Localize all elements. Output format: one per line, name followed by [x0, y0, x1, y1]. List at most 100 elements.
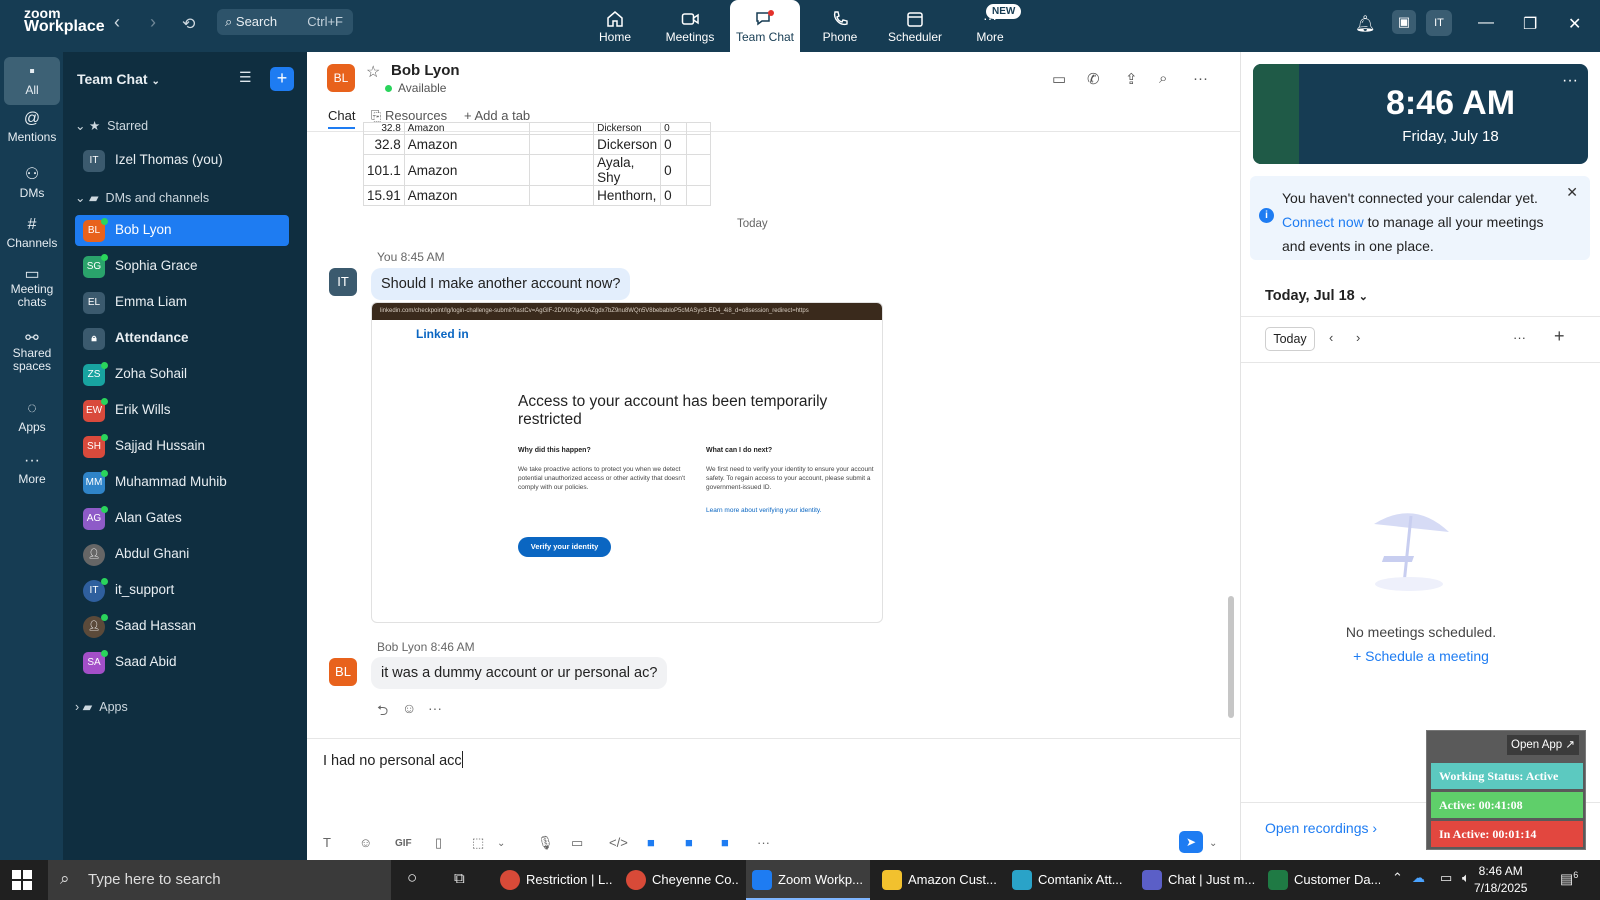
volume-icon[interactable]: 🔈︎	[1462, 870, 1470, 886]
filter-icon[interactable]: ☰	[239, 69, 252, 86]
attached-screenshot[interactable]: linkedin.com/checkpoint/lg/login-challen…	[371, 302, 883, 623]
date-selector[interactable]: Today, Jul 18 ⌄	[1265, 288, 1368, 304]
rail-channels[interactable]: # Channels	[4, 216, 60, 250]
format-text-icon[interactable]: T	[323, 835, 331, 850]
sidebar-item-it-support[interactable]: IT it_support	[75, 575, 289, 606]
more-options-icon[interactable]: ···	[1562, 72, 1578, 90]
tab-scheduler[interactable]: Scheduler	[880, 0, 950, 52]
phone-call-icon[interactable]: ✆	[1087, 70, 1100, 88]
tab-phone[interactable]: Phone	[805, 0, 875, 52]
rail-meeting-chats[interactable]: ▭ Meeting chats	[4, 267, 60, 309]
sidebar-item-abdul-ghani[interactable]: 👤︎ Abdul Ghani	[75, 539, 289, 570]
sidebar-item-izel-thomas[interactable]: IT Izel Thomas (you)	[75, 145, 289, 176]
more-actions-icon[interactable]: ···	[428, 700, 442, 716]
tab-home[interactable]: Home	[580, 0, 650, 52]
onedrive-icon[interactable]: ☁	[1412, 870, 1425, 886]
minimize-icon[interactable]: —	[1478, 14, 1494, 32]
whiteboard-icon[interactable]: ■	[647, 835, 655, 850]
sidebar-item-attendance[interactable]: 🔒︎ Attendance	[75, 323, 289, 354]
search-icon[interactable]: ⌕	[1159, 70, 1167, 87]
contact-avatar[interactable]: BL	[327, 64, 355, 92]
history-icon[interactable]: ⟲	[182, 14, 195, 34]
open-app-button[interactable]: Open App ↗	[1507, 735, 1579, 755]
tab-add[interactable]: + Add a tab	[464, 108, 530, 123]
search-input[interactable]: ⌕ Search Ctrl+F	[217, 9, 353, 35]
sidebar-item-bob-lyon[interactable]: BL Bob Lyon	[75, 215, 289, 246]
taskbar-app-comtanix[interactable]: Comtanix Att...	[1006, 860, 1126, 900]
more-tools-icon[interactable]: ···	[757, 835, 770, 850]
taskbar-app-teams[interactable]: Chat | Just m...	[1136, 860, 1256, 900]
sender-avatar[interactable]: IT	[329, 268, 357, 296]
file-icon[interactable]: ▯	[435, 835, 442, 851]
apps-section[interactable]: › ▰ Apps	[75, 699, 128, 714]
more-options-icon[interactable]: ···	[1193, 70, 1208, 87]
tab-team-chat[interactable]: Team Chat	[730, 0, 800, 52]
close-window-icon[interactable]: ✕	[1568, 14, 1581, 34]
open-recordings-link[interactable]: Open recordings ›	[1265, 820, 1377, 836]
taskbar-app-excel[interactable]: Customer Da...	[1262, 860, 1380, 900]
sidebar-item-sophia-grace[interactable]: SG Sophia Grace	[75, 251, 289, 282]
schedule-meeting-link[interactable]: + Schedule a meeting	[1241, 648, 1600, 664]
message-bubble[interactable]: it was a dummy account or ur personal ac…	[371, 657, 668, 689]
tab-chat[interactable]: Chat	[328, 108, 356, 129]
dms-channels-section[interactable]: ⌄ ▰ DMs and channels	[75, 190, 209, 205]
gift-icon[interactable]: ▣	[1392, 10, 1416, 34]
contact-name[interactable]: Bob Lyon	[391, 62, 460, 79]
taskbar-app-amazon[interactable]: Amazon Cust...	[876, 860, 996, 900]
sidebar-item-erik-wills[interactable]: EW Erik Wills	[75, 395, 289, 426]
taskbar-app-chrome-restriction[interactable]: Restriction | L...	[494, 860, 612, 900]
rail-dms[interactable]: ⚇ DMs	[4, 164, 60, 200]
connect-now-link[interactable]: Connect now	[1282, 214, 1364, 230]
sidebar-item-muhammad-muhib[interactable]: MM Muhammad Muhib	[75, 467, 289, 498]
network-icon[interactable]: ▭	[1440, 870, 1452, 886]
video-call-icon[interactable]: ▭	[1052, 70, 1066, 88]
message-input[interactable]: I had no personal acc	[323, 751, 463, 769]
notes-icon[interactable]: ■	[721, 835, 729, 850]
cortana-icon[interactable]: ○	[407, 868, 417, 888]
tab-meetings[interactable]: Meetings	[655, 0, 725, 52]
microphone-icon[interactable]: 🎙︎	[537, 835, 554, 851]
forward-arrow-icon[interactable]: ›	[150, 12, 156, 33]
gif-icon[interactable]: GIF	[395, 838, 412, 849]
emoji-icon[interactable]: ☺	[359, 835, 372, 850]
notifications-icon[interactable]: ▤6	[1560, 870, 1578, 888]
rail-apps[interactable]: ◌ Apps	[4, 400, 60, 434]
taskbar-app-chrome-cheyenne[interactable]: Cheyenne Co...	[620, 860, 738, 900]
sidebar-item-alan-gates[interactable]: AG Alan Gates	[75, 503, 289, 534]
today-button[interactable]: Today	[1265, 327, 1315, 351]
chevron-left-icon[interactable]: ‹	[1329, 330, 1333, 345]
notifications-bell-icon[interactable]: 🔔︎	[1355, 14, 1375, 34]
taskbar-clock[interactable]: 8:46 AM 7/18/2025	[1474, 863, 1527, 897]
rail-shared-spaces[interactable]: ⚯ Shared spaces	[4, 331, 60, 373]
chevron-down-icon[interactable]: ⌄	[497, 838, 505, 849]
add-event-icon[interactable]: +	[1554, 326, 1565, 347]
rail-more[interactable]: ··· More	[4, 452, 60, 486]
rail-mentions[interactable]: @ Mentions	[4, 110, 60, 144]
sidebar-item-emma-liam[interactable]: EL Emma Liam	[75, 287, 289, 318]
close-icon[interactable]: ✕	[1566, 180, 1578, 204]
new-chat-button[interactable]: +	[270, 67, 294, 91]
user-avatar[interactable]: IT	[1426, 10, 1452, 36]
sidebar-item-saad-hassan[interactable]: 👤︎ Saad Hassan	[75, 611, 289, 642]
taskbar-app-zoom[interactable]: Zoom Workp...	[746, 860, 870, 900]
tray-chevron-icon[interactable]: ⌃	[1392, 870, 1403, 886]
compose-box[interactable]: I had no personal acc T ☺ GIF ▯ ⬚ ⌄ 🎙︎ ▭…	[307, 738, 1240, 860]
docs-icon[interactable]: ■	[685, 835, 693, 850]
rail-all[interactable]: ▪ All	[4, 57, 60, 105]
taskbar-search[interactable]: ⌕ Type here to search	[48, 860, 391, 900]
windows-start-icon[interactable]	[12, 870, 32, 890]
share-screen-icon[interactable]: ⇪	[1125, 70, 1138, 88]
sender-avatar[interactable]: BL	[329, 658, 357, 686]
screenshot-icon[interactable]: ⬚	[472, 835, 484, 851]
restore-icon[interactable]: ❐	[1523, 14, 1537, 34]
reply-icon[interactable]: ⮌	[377, 700, 388, 724]
sidebar-item-zoha-sohail[interactable]: ZS Zoha Sohail	[75, 359, 289, 390]
message-bubble[interactable]: Should I make another account now?	[371, 268, 631, 300]
task-view-icon[interactable]: ⧉	[454, 870, 465, 887]
sidebar-item-sajjad-hussain[interactable]: SH Sajjad Hussain	[75, 431, 289, 462]
sidebar-item-saad-abid[interactable]: SA Saad Abid	[75, 647, 289, 678]
chevron-right-icon[interactable]: ›	[1356, 330, 1360, 345]
star-outline-icon[interactable]: ☆	[366, 62, 380, 82]
code-snippet-icon[interactable]: </>	[609, 835, 628, 850]
starred-section[interactable]: ⌄ ★ Starred	[75, 118, 148, 133]
